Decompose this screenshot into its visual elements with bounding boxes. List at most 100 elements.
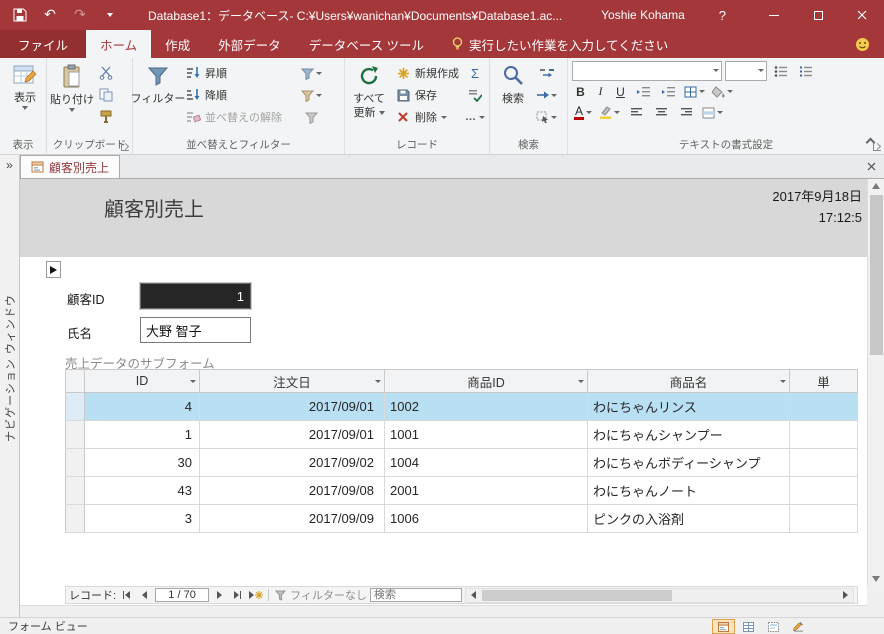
bold-button[interactable]: B — [572, 83, 589, 101]
cell-unit-price[interactable] — [790, 393, 858, 421]
tab-create[interactable]: 作成 — [151, 30, 204, 58]
column-header-product-id[interactable]: 商品ID — [385, 369, 588, 393]
paste-button[interactable]: 貼り付け — [49, 60, 95, 138]
close-button[interactable] — [840, 0, 884, 30]
goto-button[interactable] — [534, 84, 559, 106]
align-right-button[interactable] — [675, 102, 697, 124]
filter-status-icon[interactable] — [274, 589, 287, 602]
tab-database-tools[interactable]: データベース ツール — [295, 30, 438, 58]
view-button[interactable]: 表示 — [2, 60, 48, 110]
sort-ascending-button[interactable]: 昇順 — [181, 62, 299, 84]
first-record-button[interactable] — [119, 588, 134, 602]
align-left-button[interactable] — [625, 102, 647, 124]
format-painter-button[interactable] — [95, 106, 117, 128]
cell-id[interactable]: 4 — [85, 393, 200, 421]
cell-id[interactable]: 30 — [85, 449, 200, 477]
cell-product-name[interactable]: わにちゃんシャンプー — [588, 421, 790, 449]
undo-icon[interactable]: ↶ — [42, 7, 58, 23]
design-view-button[interactable] — [787, 619, 810, 634]
table-row[interactable]: 30 2017/09/02 1004 わにちゃんボディーシャンプ — [65, 449, 858, 477]
maximize-button[interactable] — [796, 0, 840, 30]
table-row[interactable]: 3 2017/09/09 1006 ピンクの入浴剤 — [65, 505, 858, 533]
record-search-input[interactable] — [369, 588, 462, 602]
table-row[interactable]: 4 2017/09/01 1002 わにちゃんリンス — [65, 393, 858, 421]
subform-horizontal-scrollbar[interactable] — [464, 587, 854, 603]
close-document-button[interactable] — [859, 155, 884, 178]
delete-record-button[interactable]: 削除 — [391, 106, 463, 128]
cell-product-id[interactable]: 1004 — [385, 449, 588, 477]
remove-sort-button[interactable]: 並べ替えの解除 — [181, 106, 299, 128]
scroll-down-icon[interactable] — [872, 576, 880, 582]
column-header-unit-price[interactable]: 単 — [790, 369, 858, 393]
dialog-launcher-icon[interactable] — [873, 143, 881, 151]
copy-button[interactable] — [95, 84, 117, 106]
table-row[interactable]: 43 2017/09/08 2001 わにちゃんノート — [65, 477, 858, 505]
find-button[interactable]: 検索 — [492, 60, 534, 138]
record-position[interactable]: 1 / 70 — [155, 588, 210, 602]
cell-unit-price[interactable] — [790, 477, 858, 505]
expand-navpane-icon[interactable]: » — [0, 158, 19, 172]
more-records-button[interactable]: … — [463, 106, 487, 128]
filter-button[interactable]: フィルター — [131, 60, 185, 138]
numbering-button[interactable] — [795, 60, 817, 82]
new-record-button-ribbon[interactable]: 新規作成 — [391, 62, 463, 84]
increase-indent-button[interactable] — [657, 81, 679, 103]
tab-home[interactable]: ホーム — [86, 30, 152, 58]
customize-qat-icon[interactable] — [102, 7, 118, 23]
font-name-combo[interactable] — [572, 60, 722, 81]
vertical-scrollbar[interactable] — [867, 179, 884, 586]
row-selector[interactable] — [65, 449, 85, 477]
save-record-button[interactable]: 保存 — [391, 84, 463, 106]
highlight-button[interactable] — [597, 102, 622, 124]
scrollbar-thumb[interactable] — [481, 589, 672, 601]
column-header-id[interactable]: ID — [85, 369, 200, 393]
feedback-smiley-icon[interactable] — [855, 30, 870, 58]
gridlines-button[interactable] — [682, 81, 707, 103]
save-icon[interactable] — [12, 7, 28, 23]
minimize-button[interactable] — [752, 0, 796, 30]
underline-button[interactable]: U — [612, 83, 629, 101]
filter-status[interactable]: フィルターなし — [290, 587, 367, 603]
bullets-button[interactable] — [770, 60, 792, 82]
row-selector[interactable] — [65, 477, 85, 505]
cell-product-id[interactable]: 1006 — [385, 505, 588, 533]
table-row[interactable]: 1 2017/09/01 1001 わにちゃんシャンプー — [65, 421, 858, 449]
account-name[interactable]: Yoshie Kohama — [601, 8, 685, 22]
cell-product-name[interactable]: わにちゃんノート — [588, 477, 790, 505]
tell-me-box[interactable]: 実行したい作業を入力してください — [452, 30, 668, 58]
paint-bucket-button[interactable] — [710, 81, 735, 103]
dialog-launcher-icon[interactable] — [121, 143, 129, 151]
column-filter-icon[interactable] — [190, 380, 196, 383]
cell-order-date[interactable]: 2017/09/01 — [200, 393, 385, 421]
cell-product-name[interactable]: ピンクの入浴剤 — [588, 505, 790, 533]
spelling-button[interactable] — [463, 84, 487, 106]
help-icon[interactable]: ? — [719, 8, 726, 23]
decrease-indent-button[interactable] — [632, 81, 654, 103]
row-selector[interactable] — [65, 505, 85, 533]
cut-button[interactable] — [95, 62, 117, 84]
cell-unit-price[interactable] — [790, 505, 858, 533]
scrollbar-thumb[interactable] — [870, 195, 883, 355]
cell-product-id[interactable]: 1001 — [385, 421, 588, 449]
form-view-button[interactable] — [712, 619, 735, 634]
font-color-button[interactable]: A — [572, 102, 594, 124]
column-filter-icon[interactable] — [578, 380, 584, 383]
cell-id[interactable]: 1 — [85, 421, 200, 449]
selection-filter-button[interactable] — [299, 62, 324, 84]
layout-view-button[interactable] — [762, 619, 785, 634]
scroll-right-icon[interactable] — [838, 589, 853, 602]
cell-id[interactable]: 3 — [85, 505, 200, 533]
column-header-order-date[interactable]: 注文日 — [200, 369, 385, 393]
scroll-up-icon[interactable] — [872, 183, 880, 189]
cell-order-date[interactable]: 2017/09/09 — [200, 505, 385, 533]
advanced-filter-button[interactable] — [299, 84, 324, 106]
italic-button[interactable]: I — [592, 83, 609, 101]
document-tab[interactable]: 顧客別売上 — [20, 155, 121, 178]
row-selector[interactable] — [65, 421, 85, 449]
refresh-all-button[interactable]: すべて 更新 — [347, 60, 391, 138]
new-record-button[interactable] — [248, 588, 263, 602]
record-selector[interactable] — [46, 261, 61, 278]
font-size-combo[interactable] — [725, 60, 767, 81]
navigation-pane-collapsed[interactable]: » ナビゲーション ウィンドウ — [0, 155, 20, 617]
datasheet-corner-cell[interactable] — [65, 369, 85, 393]
